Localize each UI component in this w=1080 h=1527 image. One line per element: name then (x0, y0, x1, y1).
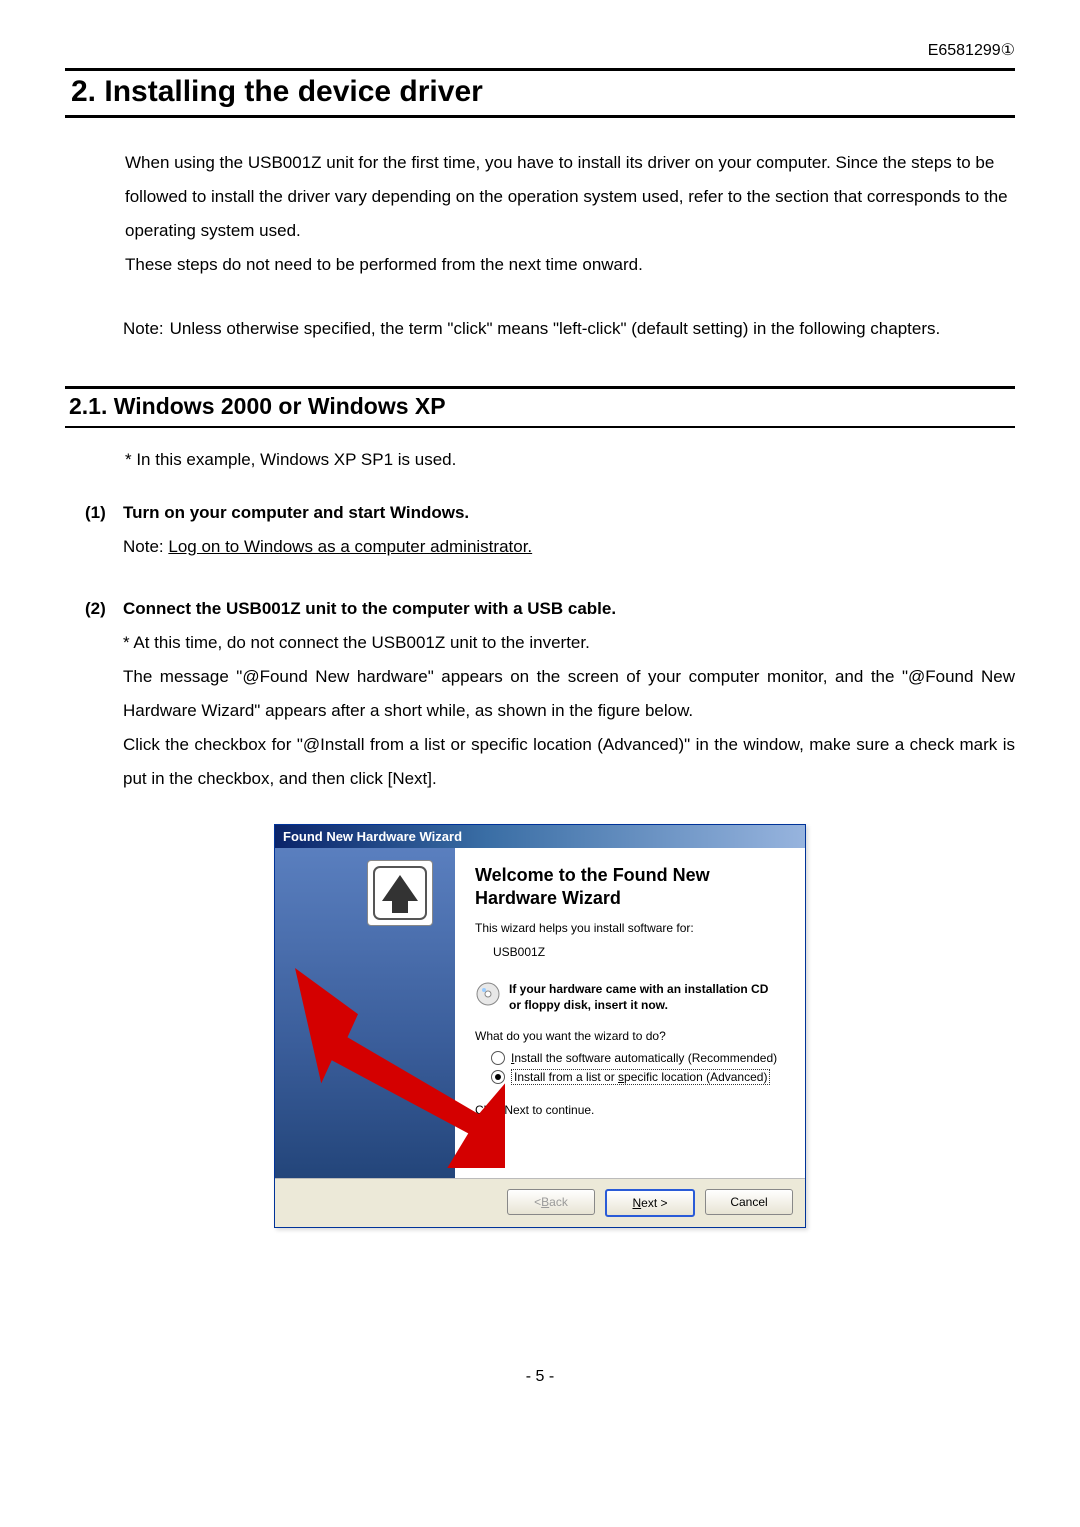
step-2-title: Connect the USB001Z unit to the computer… (123, 592, 616, 626)
dialog-footer: < Back Next > Cancel (275, 1178, 805, 1227)
step-2-line-2: The message "@Found New hardware" appear… (123, 660, 1015, 728)
step-1-note-underlined: Log on to Windows as a computer administ… (168, 537, 532, 556)
dialog-right-panel: Welcome to the Found New Hardware Wizard… (455, 848, 805, 1178)
step-1-body: Note: Log on to Windows as a computer ad… (123, 530, 1015, 564)
section-heading-2: 2.1. Windows 2000 or Windows XP (69, 393, 1015, 420)
note-label: Note: (123, 312, 164, 346)
dialog-heading-line-1: Welcome to the Found New (475, 865, 710, 885)
found-new-hardware-wizard-window: Found New Hardware Wizard Welc (274, 824, 806, 1228)
dialog-screenshot: Found New Hardware Wizard Welc (65, 824, 1015, 1228)
dialog-helps-text: This wizard helps you install software f… (475, 921, 785, 935)
step-1-note-prefix: Note: (123, 537, 168, 556)
dialog-cd-line-1: If your hardware came with an installati… (509, 982, 768, 996)
radio-unselected-icon (491, 1051, 505, 1065)
section-heading-2-container: 2.1. Windows 2000 or Windows XP (65, 386, 1015, 428)
dialog-titlebar: Found New Hardware Wizard (275, 825, 805, 848)
back-button-rest: ack (549, 1195, 568, 1209)
intro-paragraph-2: These steps do not need to be performed … (125, 248, 1015, 282)
radio1-label: nstall the software automatically (Recom… (514, 1051, 777, 1065)
radio-selected-icon (491, 1070, 505, 1084)
dialog-device-name: USB001Z (493, 945, 785, 959)
radio-install-automatically[interactable]: Install the software automatically (Reco… (491, 1051, 785, 1065)
next-button[interactable]: Next > (605, 1189, 695, 1217)
step-2-line-1: * At this time, do not connect the USB00… (123, 626, 1015, 660)
step-1: (1) Turn on your computer and start Wind… (85, 496, 1015, 564)
step-2-line-3: Click the checkbox for "@Install from a … (123, 728, 1015, 796)
page-number: - 5 - (65, 1368, 1015, 1386)
example-note: * In this example, Windows XP SP1 is use… (125, 450, 1015, 470)
back-button-accel: B (541, 1195, 549, 1209)
radio2-label-rest: pecific location (Advanced) (624, 1070, 767, 1084)
step-1-number: (1) (85, 496, 123, 530)
document-id: E6581299① (65, 40, 1015, 60)
step-1-title: Turn on your computer and start Windows. (123, 496, 469, 530)
cd-icon (475, 981, 501, 1007)
note-text: Unless otherwise specified, the term "cl… (170, 312, 941, 346)
intro-paragraph-1: When using the USB001Z unit for the firs… (125, 146, 1015, 248)
dialog-question: What do you want the wizard to do? (475, 1029, 785, 1043)
note-block: Note: Unless otherwise specified, the te… (123, 312, 1015, 346)
dialog-left-panel (275, 848, 455, 1178)
next-button-accel: N (632, 1196, 641, 1210)
radio-install-from-list[interactable]: Install from a list or specific location… (491, 1069, 785, 1085)
section-heading-1-container: 2. Installing the device driver (65, 68, 1015, 118)
dialog-cd-hint: If your hardware came with an installati… (475, 981, 785, 1013)
dialog-continue-text: Click Next to continue. (475, 1103, 785, 1117)
dialog-cd-line-2: or floppy disk, insert it now. (509, 998, 668, 1012)
step-2: (2) Connect the USB001Z unit to the comp… (85, 592, 1015, 796)
next-button-rest: ext > (641, 1196, 667, 1210)
device-icon (367, 860, 433, 926)
dialog-heading-line-2: Hardware Wizard (475, 888, 621, 908)
back-button-pre: < (534, 1195, 541, 1209)
radio2-label-pre: Install from a list or (514, 1070, 618, 1084)
step-2-number: (2) (85, 592, 123, 626)
cancel-button[interactable]: Cancel (705, 1189, 793, 1215)
step-2-body: * At this time, do not connect the USB00… (123, 626, 1015, 796)
dialog-heading: Welcome to the Found New Hardware Wizard (475, 864, 785, 909)
back-button: < Back (507, 1189, 595, 1215)
section-heading-1: 2. Installing the device driver (71, 75, 1015, 109)
intro-text: When using the USB001Z unit for the firs… (125, 146, 1015, 282)
